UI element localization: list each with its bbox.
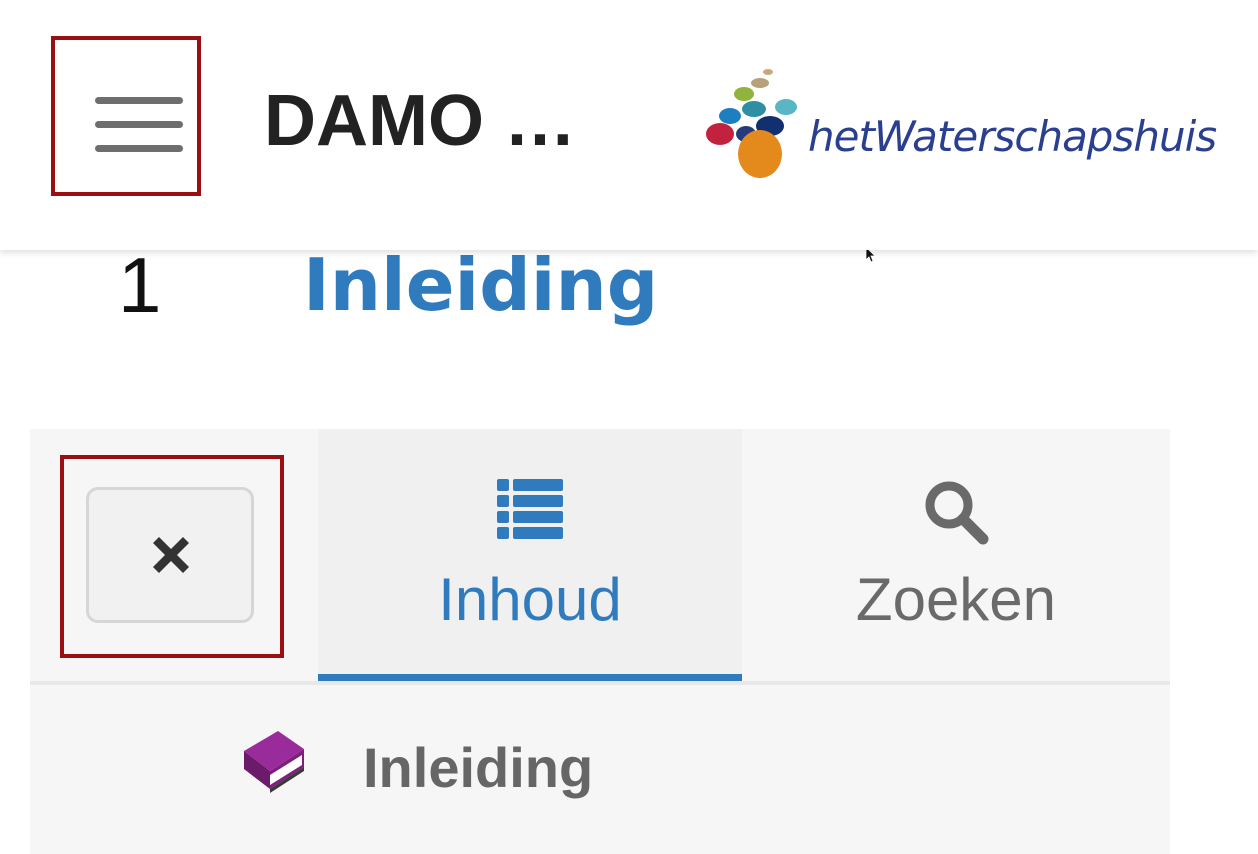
close-icon xyxy=(153,537,189,573)
hamburger-icon-bar xyxy=(95,145,183,152)
heading-title: Inleiding xyxy=(303,243,659,327)
tab-zoeken-label: Zoeken xyxy=(855,566,1057,633)
menu-button[interactable] xyxy=(51,36,201,196)
hamburger-icon xyxy=(95,97,183,104)
search-icon xyxy=(925,481,989,545)
heading-number: 1 xyxy=(118,241,162,329)
close-button[interactable] xyxy=(86,487,254,623)
header: DAMO … hetWaterschapshuis xyxy=(0,0,1258,250)
tab-inhoud[interactable]: Inhoud xyxy=(318,429,742,681)
book-icon xyxy=(244,731,304,793)
logo-text: hetWaterschapshuis xyxy=(808,112,1217,161)
tab-zoeken[interactable]: Zoeken xyxy=(742,429,1170,681)
app-title: DAMO … xyxy=(264,81,576,161)
tab-inhoud-label: Inhoud xyxy=(438,566,622,633)
toc-item-label: Inleiding xyxy=(363,736,594,799)
logo-mark-icon xyxy=(706,69,797,178)
side-panel: Inhoud Zoeken Inleiding xyxy=(30,429,1170,854)
list-icon xyxy=(497,479,563,539)
waterschapshuis-logo[interactable]: hetWaterschapshuis xyxy=(700,64,1217,184)
hamburger-icon-bar xyxy=(95,121,183,128)
toc-item-inleiding[interactable]: Inleiding xyxy=(30,685,1170,854)
